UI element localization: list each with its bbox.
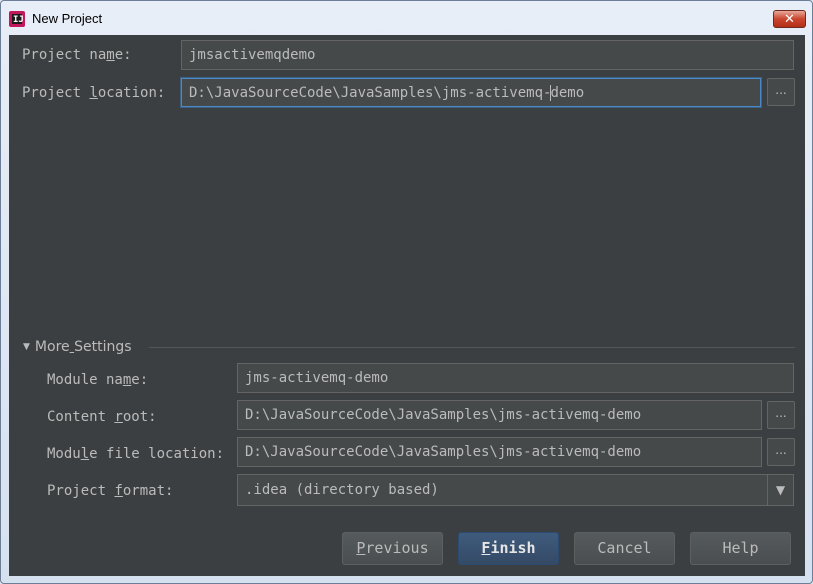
title-bar: IJ New Project ✕	[1, 1, 812, 35]
more-settings-toggle[interactable]: ▼ More Settings	[23, 339, 132, 355]
module-name-input[interactable]: jms-activemq-demo	[237, 363, 794, 393]
project-format-label: Project format:	[47, 483, 174, 499]
content-root-input[interactable]: D:\JavaSourceCode\JavaSamples\jms-active…	[237, 400, 762, 430]
project-settings-panel: Project name: jmsactivemqdemo Project lo…	[9, 35, 805, 121]
project-name-label: Project name:	[22, 47, 132, 63]
new-project-dialog: IJ New Project ✕ Project name: jmsactive…	[0, 0, 813, 584]
chevron-down-icon[interactable]: ▼	[767, 475, 793, 505]
module-file-location-browse-button[interactable]: ...	[767, 438, 795, 466]
module-file-location-input[interactable]: D:\JavaSourceCode\JavaSamples\jms-active…	[237, 437, 762, 467]
project-location-input[interactable]: D:\JavaSourceCode\JavaSamples\jms-active…	[181, 78, 761, 107]
cancel-button[interactable]: Cancel	[574, 532, 675, 565]
module-file-location-label: Module file location:	[47, 446, 225, 462]
previous-button[interactable]: Previous	[342, 532, 443, 565]
project-format-select[interactable]: .idea (directory based)	[237, 474, 794, 506]
module-name-label: Module name:	[47, 372, 149, 388]
close-button[interactable]: ✕	[773, 10, 806, 28]
finish-button[interactable]: Finish	[458, 532, 559, 565]
intellij-logo-icon: IJ	[9, 11, 25, 27]
more-settings-label: More Settings	[34, 339, 132, 355]
content-root-browse-button[interactable]: ...	[767, 401, 795, 429]
help-button[interactable]: Help	[690, 532, 791, 565]
project-location-browse-button[interactable]: ...	[767, 78, 795, 106]
section-divider	[149, 347, 795, 348]
expand-arrow-icon: ▼	[23, 342, 30, 352]
content-root-label: Content root:	[47, 409, 157, 425]
project-name-input[interactable]: jmsactivemqdemo	[181, 40, 794, 70]
project-location-label: Project location:	[22, 85, 166, 101]
window-title: New Project	[32, 11, 103, 26]
dialog-content: Project name: jmsactivemqdemo Project lo…	[9, 35, 805, 576]
